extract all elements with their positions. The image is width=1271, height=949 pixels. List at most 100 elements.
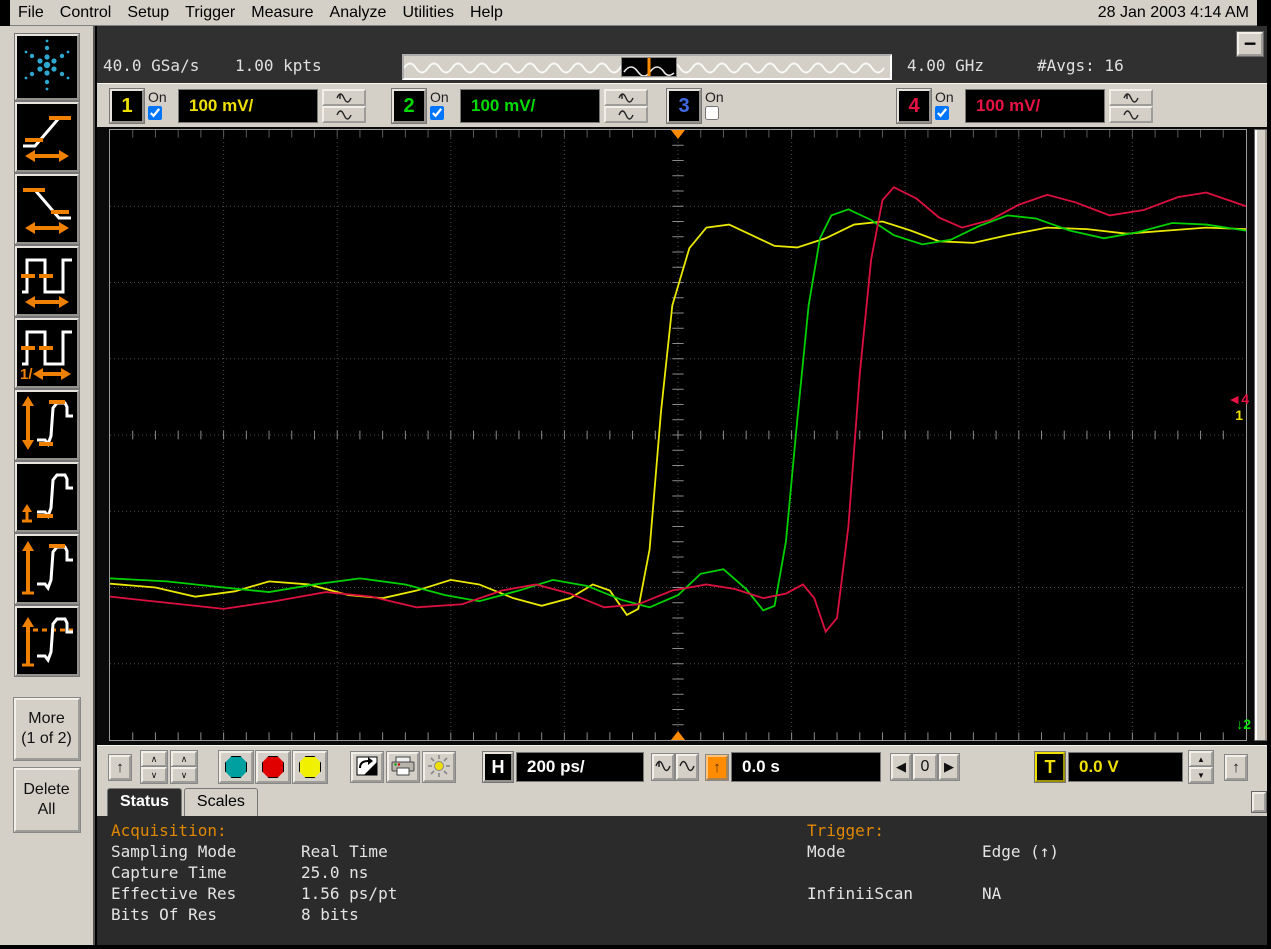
menu-item-measure[interactable]: Measure <box>243 4 321 22</box>
zoom-wave-button[interactable] <box>652 754 674 780</box>
measure-rise-time-button[interactable] <box>14 102 79 172</box>
dc-coupling-button[interactable] <box>604 106 648 123</box>
ac-coupling-button[interactable] <box>322 89 366 106</box>
timebase-scale-field[interactable]: 200 ps/ <box>516 752 644 782</box>
trigger-title: Trigger: <box>807 821 885 840</box>
level-marker-2[interactable]: ↓2 <box>1236 717 1251 731</box>
level-down-button[interactable]: ▼ <box>1189 767 1213 783</box>
agilent-logo-button[interactable] <box>14 34 79 100</box>
channel-3-on-checkbox[interactable] <box>705 106 719 120</box>
channel-2-button[interactable]: 2 <box>392 89 426 123</box>
display-brightness-button[interactable] <box>423 752 455 782</box>
minimize-button[interactable]: − <box>1237 32 1263 56</box>
measure-pulse-width-button[interactable] <box>14 246 79 316</box>
measure-v-average-button[interactable] <box>14 606 79 676</box>
delete-all-button[interactable]: Delete All <box>13 768 80 832</box>
spin-down-button-2[interactable]: ∨ <box>171 767 197 783</box>
agilent-spark-icon <box>20 38 74 97</box>
printer-icon <box>391 756 415 779</box>
trigger-slope-indicator-button[interactable]: ↑ <box>1225 754 1247 780</box>
memory-depth: 1.00 kpts <box>234 56 322 75</box>
channel-3-button[interactable]: 3 <box>667 89 701 123</box>
dc-coupling-button[interactable] <box>322 106 366 123</box>
channel-1-group: 1 On 100 mV/ <box>110 89 366 123</box>
more-measurements-button[interactable]: More (1 of 2) <box>13 698 80 760</box>
status-label: Capture Time <box>111 863 227 882</box>
trigger-time-marker-top[interactable] <box>671 130 685 139</box>
v-top-icon <box>19 538 75 601</box>
measure-frequency-button[interactable]: 1/ <box>14 318 79 388</box>
vertical-spinner-2: ∧ ∨ <box>171 751 197 783</box>
clear-display-button[interactable] <box>351 752 383 782</box>
on-label: On <box>705 89 724 105</box>
menu-item-control[interactable]: Control <box>52 4 120 22</box>
channel-1-on-control: On <box>148 89 178 120</box>
channel-4-on-checkbox[interactable] <box>935 106 949 120</box>
position-zero-button[interactable]: 0 <box>913 754 937 780</box>
menu-item-utilities[interactable]: Utilities <box>394 4 462 22</box>
menu-item-setup[interactable]: Setup <box>119 4 177 22</box>
position-right-button[interactable]: ▶ <box>939 754 959 780</box>
measure-amplitude-button[interactable] <box>14 390 79 460</box>
dc-coupling-button[interactable] <box>1109 106 1153 123</box>
spin-up-button[interactable]: ∧ <box>141 751 167 767</box>
channel-4-scale-field[interactable]: 100 mV/ <box>965 89 1105 123</box>
position-left-button[interactable]: ◀ <box>891 754 911 780</box>
marker-b-button[interactable] <box>256 751 290 783</box>
spin-up-button-2[interactable]: ∧ <box>171 751 197 767</box>
channel-1-on-checkbox[interactable] <box>148 106 162 120</box>
v-base-icon <box>19 466 75 529</box>
more-page-label: (1 of 2) <box>21 730 72 747</box>
horizontal-setup-button[interactable]: H <box>483 752 513 782</box>
print-button[interactable] <box>387 752 419 782</box>
on-label: On <box>935 89 954 105</box>
horizontal-position-field[interactable]: 0.0 s <box>731 752 881 782</box>
marker-c-button[interactable] <box>293 751 327 783</box>
tab-scales[interactable]: Scales <box>183 788 258 816</box>
horizontal-scroll-thumb[interactable] <box>621 57 677 77</box>
clock: 28 Jan 2003 4:14 AM <box>1097 3 1249 21</box>
status-label: Mode <box>807 842 846 861</box>
ac-coupling-button[interactable] <box>604 89 648 106</box>
status-value: 1.56 ps/pt <box>301 884 398 903</box>
channel-1-scale-field[interactable]: 100 mV/ <box>178 89 318 123</box>
menu-item-trigger[interactable]: Trigger <box>177 4 243 22</box>
spin-down-button[interactable]: ∨ <box>141 767 167 783</box>
tab-status[interactable]: Status <box>107 788 182 816</box>
sun-icon <box>427 754 451 781</box>
vertical-scrollbar[interactable] <box>1254 129 1268 741</box>
channel-1-button[interactable]: 1 <box>110 89 144 123</box>
sample-rate: 40.0 GSa/s <box>103 56 200 75</box>
slope-up-button[interactable]: ↑ <box>109 754 131 780</box>
measure-v-top-button[interactable] <box>14 534 79 604</box>
trigger-time-marker-bottom[interactable] <box>671 731 685 740</box>
level-marker-4[interactable]: ◄4 <box>1227 392 1249 406</box>
measure-v-base-button[interactable] <box>14 462 79 532</box>
status-label: Sampling Mode <box>111 842 237 861</box>
menu-item-analyze[interactable]: Analyze <box>322 4 395 22</box>
trigger-setup-button[interactable]: T <box>1035 752 1065 782</box>
averages-readout: #Avgs: 16 <box>1037 56 1124 75</box>
menu-item-file[interactable]: File <box>10 4 52 22</box>
channel-2-on-checkbox[interactable] <box>430 106 444 120</box>
channel-2-on-control: On <box>430 89 460 120</box>
amplitude-icon <box>19 394 75 457</box>
measure-fall-time-button[interactable] <box>14 174 79 244</box>
menu-item-help[interactable]: Help <box>462 4 511 22</box>
level-marker-1[interactable]: 1 <box>1235 408 1243 422</box>
ac-coupling-button[interactable] <box>1109 89 1153 106</box>
horizontal-scrollbar[interactable] <box>402 54 892 80</box>
level-up-button[interactable]: ▲ <box>1189 751 1213 767</box>
tab-scrollbar[interactable] <box>1252 792 1266 812</box>
status-value: Edge (↑) <box>982 842 1060 861</box>
measurement-toolbar: 1/ More (1 of 2) Delete All <box>0 26 95 949</box>
channel-2-scale-field[interactable]: 100 mV/ <box>460 89 600 123</box>
status-row: Capture Time 25.0 ns <box>111 862 1271 883</box>
trigger-slope-button[interactable]: ↑ <box>706 754 728 780</box>
trigger-level-field[interactable]: 0.0 V <box>1068 752 1183 782</box>
channel-4-button[interactable]: 4 <box>897 89 931 123</box>
status-label: Effective Res <box>111 884 237 903</box>
main-wave-button[interactable] <box>676 754 698 780</box>
marker-a-button[interactable] <box>219 751 253 783</box>
channel-4-coupling <box>1109 89 1153 123</box>
